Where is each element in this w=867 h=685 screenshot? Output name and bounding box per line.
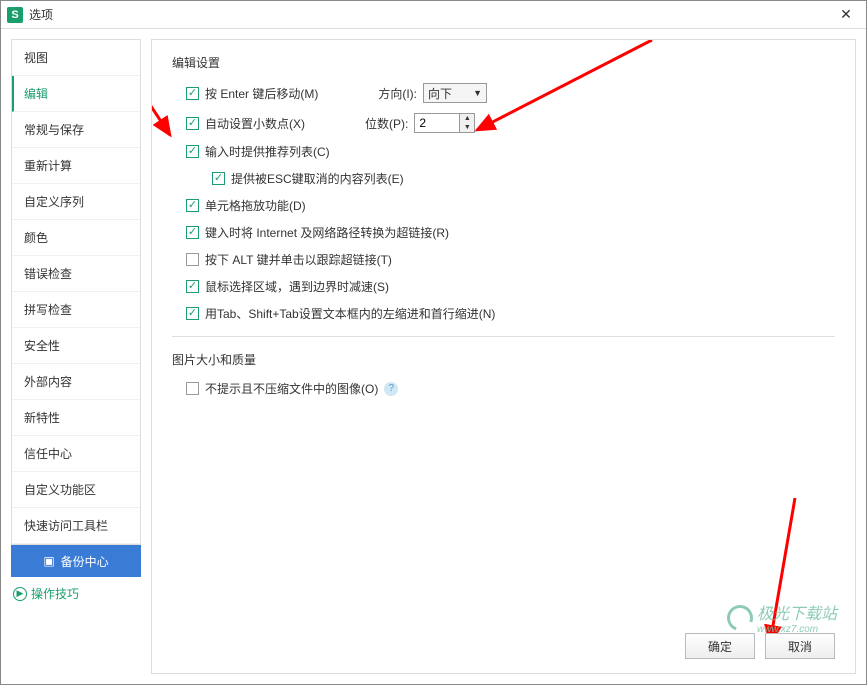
checkbox-hyperlink[interactable] bbox=[186, 226, 199, 239]
digits-input[interactable] bbox=[415, 114, 459, 132]
window-title: 选项 bbox=[29, 6, 832, 23]
watermark: 极光下载站 www.xz7.com bbox=[727, 600, 837, 635]
sidebar-item-3[interactable]: 重新计算 bbox=[12, 148, 140, 184]
label-alt-track[interactable]: 按下 ALT 键并单击以跟踪超链接(T) bbox=[205, 251, 392, 268]
backup-center-button[interactable]: ▣ 备份中心 bbox=[11, 545, 141, 577]
sidebar-item-11[interactable]: 信任中心 bbox=[12, 436, 140, 472]
checkbox-esc-list[interactable] bbox=[212, 172, 225, 185]
cancel-button[interactable]: 取消 bbox=[765, 633, 835, 659]
select-direction-value: 向下 bbox=[428, 85, 452, 102]
label-direction: 方向(I): bbox=[378, 85, 417, 102]
section-edit-title: 编辑设置 bbox=[172, 54, 835, 71]
checkbox-auto-decimal[interactable] bbox=[186, 117, 199, 130]
tips-link[interactable]: ▶ 操作技巧 bbox=[11, 577, 141, 610]
label-digits: 位数(P): bbox=[365, 115, 408, 132]
close-icon[interactable]: ✕ bbox=[832, 1, 860, 29]
spinner-down-icon[interactable]: ▼ bbox=[460, 123, 474, 132]
backup-label: 备份中心 bbox=[61, 553, 109, 570]
sidebar-item-10[interactable]: 新特性 bbox=[12, 400, 140, 436]
app-icon: S bbox=[7, 7, 23, 23]
sidebar-item-2[interactable]: 常规与保存 bbox=[12, 112, 140, 148]
checkbox-no-compress[interactable] bbox=[186, 382, 199, 395]
sidebar-item-12[interactable]: 自定义功能区 bbox=[12, 472, 140, 508]
sidebar-item-13[interactable]: 快速访问工具栏 bbox=[12, 508, 140, 544]
label-no-compress[interactable]: 不提示且不压缩文件中的图像(O) bbox=[205, 380, 378, 397]
content-panel: 编辑设置 按 Enter 键后移动(M) 方向(I): 向下 ▼ 自动设置小数点… bbox=[151, 39, 856, 674]
sidebar-item-6[interactable]: 错误检查 bbox=[12, 256, 140, 292]
checkbox-alt-track[interactable] bbox=[186, 253, 199, 266]
checkbox-tab-indent[interactable] bbox=[186, 307, 199, 320]
spinner-digits[interactable]: ▲ ▼ bbox=[414, 113, 475, 133]
sidebar-item-8[interactable]: 安全性 bbox=[12, 328, 140, 364]
checkbox-recommend-list[interactable] bbox=[186, 145, 199, 158]
chevron-down-icon: ▼ bbox=[473, 88, 482, 98]
sidebar: 视图编辑常规与保存重新计算自定义序列颜色错误检查拼写检查安全性外部内容新特性信任… bbox=[11, 39, 141, 545]
titlebar: S 选项 ✕ bbox=[1, 1, 866, 29]
sidebar-item-9[interactable]: 外部内容 bbox=[12, 364, 140, 400]
label-esc-list[interactable]: 提供被ESC键取消的内容列表(E) bbox=[231, 170, 404, 187]
ok-button[interactable]: 确定 bbox=[685, 633, 755, 659]
sidebar-item-5[interactable]: 颜色 bbox=[12, 220, 140, 256]
sidebar-item-1[interactable]: 编辑 bbox=[12, 76, 140, 112]
label-hyperlink[interactable]: 键入时将 Internet 及网络路径转换为超链接(R) bbox=[205, 224, 449, 241]
select-direction[interactable]: 向下 ▼ bbox=[423, 83, 487, 103]
play-icon: ▶ bbox=[13, 587, 27, 601]
checkbox-drag-drop[interactable] bbox=[186, 199, 199, 212]
sidebar-item-7[interactable]: 拼写检查 bbox=[12, 292, 140, 328]
sidebar-item-4[interactable]: 自定义序列 bbox=[12, 184, 140, 220]
label-mouse-slow[interactable]: 鼠标选择区域，遇到边界时减速(S) bbox=[205, 278, 389, 295]
label-tab-indent[interactable]: 用Tab、Shift+Tab设置文本框内的左缩进和首行缩进(N) bbox=[205, 305, 495, 322]
divider bbox=[172, 336, 835, 337]
section-image-title: 图片大小和质量 bbox=[172, 351, 835, 368]
label-drag-drop[interactable]: 单元格拖放功能(D) bbox=[205, 197, 306, 214]
tips-label: 操作技巧 bbox=[31, 585, 79, 602]
backup-icon: ▣ bbox=[43, 554, 54, 568]
spinner-up-icon[interactable]: ▲ bbox=[460, 114, 474, 123]
watermark-brand: 极光下载站 bbox=[757, 606, 837, 623]
label-recommend-list[interactable]: 输入时提供推荐列表(C) bbox=[205, 143, 330, 160]
label-auto-decimal[interactable]: 自动设置小数点(X) bbox=[205, 115, 305, 132]
watermark-icon bbox=[723, 600, 758, 635]
sidebar-item-0[interactable]: 视图 bbox=[12, 40, 140, 76]
help-icon[interactable]: ? bbox=[384, 382, 398, 396]
label-enter-move[interactable]: 按 Enter 键后移动(M) bbox=[205, 85, 318, 102]
annotation-arrow bbox=[755, 493, 815, 653]
checkbox-mouse-slow[interactable] bbox=[186, 280, 199, 293]
checkbox-enter-move[interactable] bbox=[186, 87, 199, 100]
